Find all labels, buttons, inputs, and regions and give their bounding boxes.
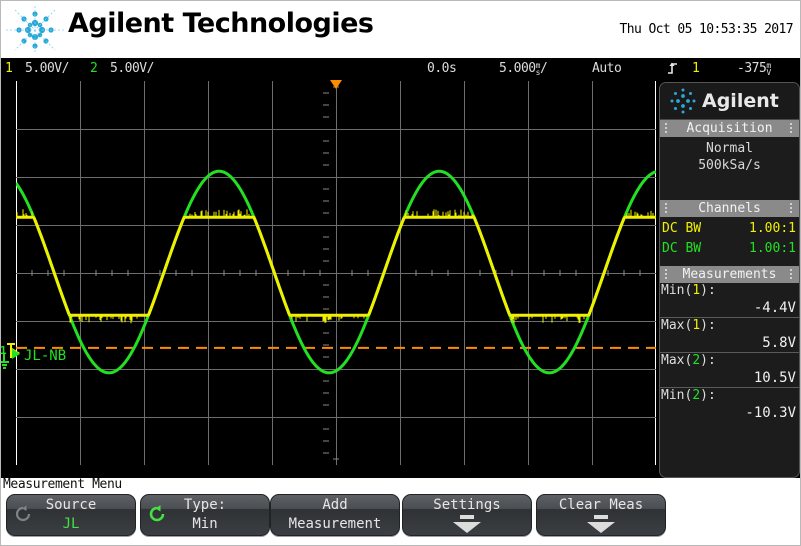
- sweep-mode[interactable]: Auto: [592, 61, 622, 76]
- timebase-slash: /: [539, 61, 548, 76]
- app-header: Agilent Technologies Thu Oct 05 10:53:35…: [0, 0, 801, 58]
- trigger-source[interactable]: 1: [692, 61, 700, 76]
- ch2-indicator[interactable]: 2: [90, 61, 98, 76]
- menu-title: Measurement Menu: [3, 477, 122, 492]
- channel1-trace: [16, 215, 656, 317]
- trigger-level-value: -375: [737, 61, 767, 76]
- timebase-scale[interactable]: 5.000m s/: [499, 61, 548, 76]
- ch1-probe-ratio: 1.00:1: [749, 221, 796, 236]
- datetime-display: Thu Oct 05 10:53:35 2017: [619, 22, 794, 37]
- soft-key-menu-bar: Measurement Menu Source JL Type: Min Add…: [0, 477, 801, 546]
- channel1-noise-spikes: [16, 209, 656, 324]
- softkey-add-measurement[interactable]: Add Measurement: [270, 494, 400, 536]
- agilent-starburst-icon: [6, 6, 64, 54]
- drag-grip-icon: [665, 269, 669, 280]
- trigger-level[interactable]: -375m V: [737, 61, 771, 76]
- softkey-clear-meas[interactable]: Clear Meas: [536, 494, 666, 536]
- softkey-add-line1: Add: [322, 497, 348, 513]
- channel-row[interactable]: DC BW 1.00:1: [660, 219, 799, 239]
- graticule[interactable]: [16, 81, 656, 465]
- submenu-arrow-icon: [594, 515, 608, 519]
- trigger-rising-edge-icon[interactable]: [667, 61, 679, 79]
- entry-knob-icon: [13, 504, 33, 524]
- measurement-value: 10.5V: [753, 370, 796, 386]
- side-information-panel: Agilent Acquisition Normal 500kSa/s Chan…: [659, 82, 800, 478]
- measurements-section-body: Min(1): -4.4V Max(1): 5.8V Max(2): 10.5V…: [660, 283, 799, 422]
- ch1-indicator[interactable]: 1: [5, 61, 13, 76]
- measurement-label: Max(2):: [661, 353, 716, 368]
- waveform-label[interactable]: JL-NB: [24, 348, 66, 364]
- softkey-settings[interactable]: Settings: [402, 494, 532, 536]
- drag-grip-icon: [665, 123, 669, 134]
- acquisition-section-header[interactable]: Acquisition: [660, 120, 799, 137]
- acquisition-sample-rate: 500kSa/s: [698, 158, 761, 173]
- measurement-item[interactable]: Max(2): 10.5V: [660, 353, 799, 388]
- softkey-settings-title: Settings: [433, 497, 501, 513]
- channels-section-body: DC BW 1.00:1 DC BW 1.00:1: [660, 217, 799, 266]
- channels-section-header[interactable]: Channels: [660, 200, 799, 217]
- channel-row[interactable]: DC BW 1.00:1: [660, 239, 799, 259]
- submenu-arrow-icon: [453, 522, 481, 533]
- measurement-item[interactable]: Max(1): 5.8V: [660, 318, 799, 353]
- acquisition-section-body: Normal 500kSa/s: [660, 137, 799, 200]
- ch1-coupling: DC BW: [662, 221, 702, 236]
- waveform-traces: [16, 86, 656, 460]
- drag-grip-icon: [665, 203, 669, 214]
- drag-grip-icon: [790, 123, 794, 134]
- status-bar: 1 5.00V/ 2 5.00V/ 0.0s 5.000m s/ Auto 1 -…: [0, 58, 801, 80]
- trigger-level-unit: mV: [766, 60, 771, 77]
- measurement-item[interactable]: Min(1): -4.4V: [660, 283, 799, 318]
- measurement-value: -10.3V: [745, 405, 796, 421]
- cut-off-status-row: [0, 537, 801, 546]
- measurement-value: 5.8V: [762, 335, 796, 351]
- submenu-arrow-icon: [460, 515, 474, 519]
- drag-grip-icon: [790, 203, 794, 214]
- drag-grip-icon: [790, 269, 794, 280]
- panel-brand-label: Agilent: [702, 90, 779, 112]
- measurement-label: Min(2):: [661, 388, 716, 403]
- ch2-coupling: DC BW: [662, 241, 702, 256]
- agilent-starburst-icon: [668, 86, 698, 116]
- ch2-probe-ratio: 1.00:1: [749, 241, 796, 256]
- ch1-vertical-scale[interactable]: 5.00V/: [25, 61, 69, 76]
- horizontal-delay[interactable]: 0.0s: [427, 61, 457, 76]
- softkey-add-line2: Measurement: [288, 516, 382, 532]
- measurement-value: -4.4V: [753, 300, 796, 316]
- ch2-vertical-scale[interactable]: 5.00V/: [110, 61, 154, 76]
- entry-knob-icon: [147, 504, 167, 524]
- soft-key-row: Source JL Type: Min Add Measurement Sett…: [4, 494, 797, 536]
- trigger-position-marker[interactable]: [329, 80, 343, 89]
- panel-brand: Agilent: [660, 83, 799, 120]
- measurement-label: Min(1):: [661, 283, 716, 298]
- submenu-arrow-icon: [587, 522, 615, 533]
- measurements-section-header[interactable]: Measurements: [660, 266, 799, 283]
- softkey-source[interactable]: Source JL: [6, 494, 136, 536]
- timebase-value: 5.000: [499, 61, 536, 76]
- measurement-item[interactable]: Min(2): -10.3V: [660, 388, 799, 422]
- measurement-label: Max(1):: [661, 318, 716, 333]
- brand-title: Agilent Technologies: [68, 8, 374, 39]
- acquisition-mode: Normal: [706, 141, 753, 156]
- softkey-type[interactable]: Type: Min: [140, 494, 270, 536]
- softkey-clear-title: Clear Meas: [558, 497, 644, 513]
